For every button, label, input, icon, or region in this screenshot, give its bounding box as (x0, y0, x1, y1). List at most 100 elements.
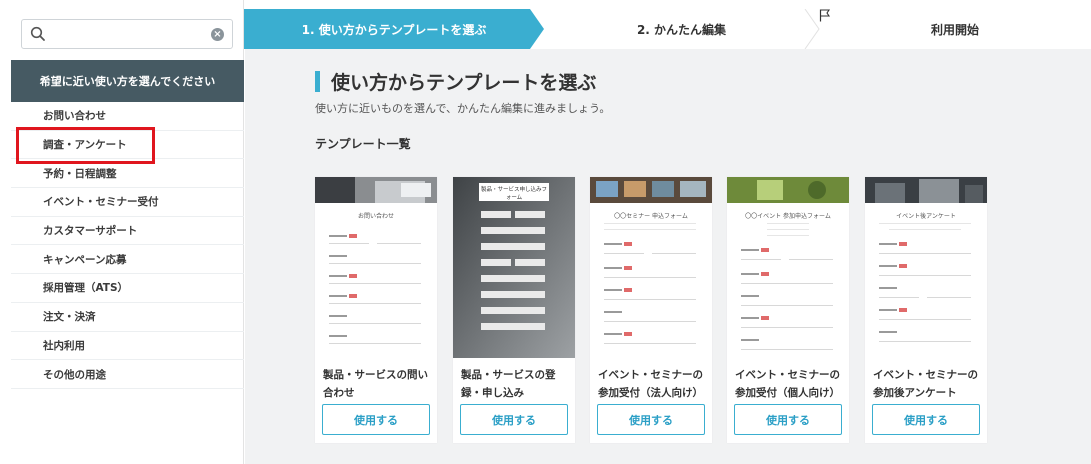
thumb-label (741, 339, 759, 341)
thumb-text (604, 223, 696, 224)
thumb-form-title: お問い合わせ (357, 213, 394, 220)
thumb-field (879, 275, 971, 276)
use-template-button[interactable]: 使用する (322, 404, 430, 435)
thumb-label (879, 265, 897, 267)
thumb-field (604, 343, 696, 344)
thumb-label (879, 309, 897, 311)
thumb-required (349, 294, 357, 298)
template-thumbnail: 製品・サービス申し込みフォーム (453, 177, 575, 358)
thumb-field (741, 305, 833, 306)
section-title: テンプレート一覧 (315, 137, 411, 151)
template-thumbnail: イベント後アンケート (865, 177, 987, 358)
thumb-label (879, 243, 897, 245)
thumb-label (329, 315, 347, 317)
sidebar-item-campaign[interactable]: キャンペーン応募 (11, 245, 244, 275)
thumb-field (879, 319, 971, 320)
sidebar-item-event[interactable]: イベント・セミナー受付 (11, 188, 244, 217)
use-template-button[interactable]: 使用する (460, 404, 568, 435)
template-card[interactable]: 〇〇イベント 参加申込フォーム イベント・セミナーの参加受付（個人向け） 使用す… (727, 177, 849, 443)
thumb-field (741, 349, 833, 350)
thumb-label (741, 317, 759, 319)
template-card[interactable]: 製品・サービス申し込みフォーム 製品・サービスの登録・申し込み 使用する (453, 177, 575, 443)
use-template-button[interactable]: 使用する (734, 404, 842, 435)
thumb-field (741, 283, 833, 284)
sidebar: × 希望に近い使い方を選んでください お問い合わせ 調査・アンケート 予約・日程… (0, 0, 244, 464)
thumb-field (652, 253, 696, 254)
card-title: イベント・セミナーの参加受付（個人向け） (735, 369, 840, 399)
step-start: 利用開始 (819, 9, 1091, 49)
thumb-required (899, 264, 907, 268)
thumb-required (624, 242, 632, 246)
thumb-required (761, 272, 769, 276)
thumb-text (889, 229, 961, 230)
thumb-label (741, 273, 759, 275)
thumb-field (741, 259, 781, 260)
template-thumbnail: 〇〇セミナー 申込フォーム (590, 177, 712, 358)
thumb-required (624, 266, 632, 270)
card-title: イベント・セミナーの参加後アンケート (873, 369, 978, 399)
title-accent (315, 71, 320, 92)
thumb-field (879, 341, 971, 342)
clear-icon[interactable]: × (211, 28, 224, 41)
header-photo (590, 177, 712, 203)
thumb-field (789, 259, 833, 260)
sidebar-item-order[interactable]: 注文・決済 (11, 303, 244, 332)
thumb-field (604, 321, 696, 322)
thumb-required (624, 332, 632, 336)
search-input[interactable] (52, 24, 202, 44)
thumb-text (604, 229, 696, 230)
template-card[interactable]: お問い合わせ 製品・サービスの問い合わせ 使用する (315, 177, 437, 443)
thumb-field (329, 263, 421, 264)
step-edit: 2. かんたん編集 (636, 22, 727, 37)
sidebar-item-recruiting[interactable]: 採用管理（ATS） (11, 274, 244, 303)
sidebar-header: 希望に近い使い方を選んでください (11, 60, 244, 102)
thumb-field (329, 243, 369, 244)
thumb-text (879, 223, 971, 224)
thumb-required (624, 288, 632, 292)
header-photo (727, 177, 849, 203)
template-card[interactable]: 〇〇セミナー 申込フォーム イベント・セミナーの参加受付（法人向け） 使用する (590, 177, 712, 443)
thumb-required (761, 316, 769, 320)
thumb-required (899, 242, 907, 246)
thumb-field (741, 327, 833, 328)
thumb-required (899, 308, 907, 312)
thumb-form-title: 〇〇イベント 参加申込フォーム (745, 213, 831, 220)
search-icon (30, 26, 45, 41)
sidebar-item-other[interactable]: その他の用途 (11, 360, 244, 389)
thumb-required (349, 234, 357, 238)
use-template-button[interactable]: 使用する (872, 404, 980, 435)
card-title: イベント・セミナーの参加受付（法人向け） (598, 369, 703, 399)
sidebar-item-support[interactable]: カスタマーサポート (11, 217, 244, 246)
thumb-background-photo (453, 177, 575, 358)
thumb-field (377, 243, 421, 244)
thumb-field (604, 299, 696, 300)
thumb-label (329, 235, 347, 237)
use-template-button[interactable]: 使用する (597, 404, 705, 435)
thumb-field (604, 253, 644, 254)
step-start-label: 利用開始 (930, 22, 979, 37)
template-card[interactable]: イベント後アンケート イベント・セミナーの参加後アンケート 使用する (865, 177, 987, 443)
thumb-label (604, 267, 622, 269)
thumb-field (329, 283, 421, 284)
thumb-label (329, 275, 347, 277)
thumb-label (879, 287, 897, 289)
thumb-field (329, 303, 421, 304)
stepper: 1. 使い方からテンプレートを選ぶ 2. かんたん編集 利用開始 (244, 9, 1091, 49)
search-box[interactable]: × (21, 19, 233, 49)
thumb-field (604, 277, 696, 278)
thumb-label (329, 255, 347, 257)
app-root: × 希望に近い使い方を選んでください お問い合わせ 調査・アンケート 予約・日程… (0, 0, 1091, 464)
card-title: 製品・サービスの問い合わせ (323, 369, 428, 399)
thumb-text (767, 235, 809, 236)
thumb-label (604, 243, 622, 245)
thumb-text (767, 223, 809, 224)
thumb-field (329, 323, 421, 324)
header-photo (315, 177, 437, 203)
thumb-required (349, 274, 357, 278)
thumb-label (329, 335, 347, 337)
thumb-form-title: イベント後アンケート (896, 213, 956, 220)
thumb-field (879, 297, 919, 298)
template-thumbnail: 〇〇イベント 参加申込フォーム (727, 177, 849, 358)
thumb-field (879, 253, 971, 254)
sidebar-item-internal[interactable]: 社内利用 (11, 332, 244, 361)
